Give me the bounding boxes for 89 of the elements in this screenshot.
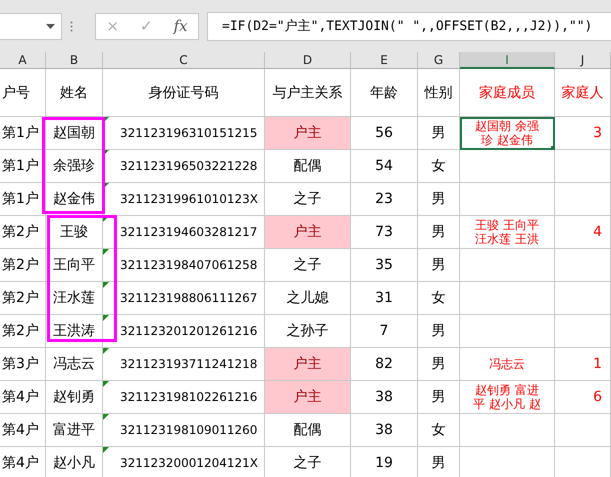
header-cell: 姓名 [46,69,103,117]
table-cell: 32112320001204121X [103,447,265,477]
table-cell: 35 [351,249,418,282]
table-cell: 赵钊勇 [46,381,103,414]
table-cell [555,150,611,183]
table-cell: 汪水莲 [46,282,103,315]
formula-field[interactable]: =IF(D2="户主",TEXTJOIN(" ",,OFFSET(B2,,,J2)),"") [207,12,611,40]
table-cell: 82 [351,348,418,381]
column-header[interactable]: G [418,52,460,69]
table-cell [555,414,611,447]
table-cell: 321123198407061258 [103,249,265,282]
table-cell: 321123193711241218 [103,348,265,381]
table-cell: 第4户 [0,447,46,477]
table-cell: 之孙子 [265,315,351,348]
table-cell: 第1户 [0,183,46,216]
table-cell: 第2户 [0,249,46,282]
table-cell: 第1户 [0,150,46,183]
table-cell: 54 [351,150,418,183]
name-box[interactable] [0,12,62,40]
table-cell: 男 [418,117,460,150]
table-cell: 56 [351,117,418,150]
header-cell: 家庭成员 [460,69,555,117]
table-cell: 第2户 [0,216,46,249]
header-cell: 户号 [0,69,46,117]
grip-icon [70,20,73,32]
column-header[interactable]: C [103,52,265,69]
dropdown-caret-icon [46,24,55,28]
column-header[interactable]: D [265,52,351,69]
header-cell: 性别 [418,69,460,117]
table-cell: 321123194603281217 [103,216,265,249]
table-cell: 男 [418,348,460,381]
column-header[interactable]: A [0,52,46,69]
column-header[interactable]: I [460,52,555,69]
table-cell: 冯志云 [46,348,103,381]
table-cell: 6 [555,381,611,414]
table-cell: 321123201201261216 [103,315,265,348]
table-cell: 女 [418,282,460,315]
table-cell [555,183,611,216]
table-cell: 38 [351,414,418,447]
table-cell: 户主 [265,117,351,150]
table-cell: 31 [351,282,418,315]
table-cell: 第2户 [0,315,46,348]
table-cell: 第4户 [0,414,46,447]
table-cell: 321123196310151215 [103,117,265,150]
table-cell: 王向平 [46,249,103,282]
table-cell: 第3户 [0,348,46,381]
table-cell: 4 [555,216,611,249]
header-cell: 身份证号码 [103,69,265,117]
table-cell: 第1户 [0,117,46,150]
header-cell: 家庭人 [555,69,611,117]
table-cell: 配偶 [265,414,351,447]
table-cell: 第4户 [0,381,46,414]
table-cell: 户主 [265,381,351,414]
table-cell: 321123196503221228 [103,150,265,183]
table-cell: 38 [351,381,418,414]
table-cell: 富进平 [46,414,103,447]
table-cell: 赵国朝 余强珍 赵金伟 [460,117,555,150]
table-cell: 男 [418,249,460,282]
header-cell: 与户主关系 [265,69,351,117]
table-cell: 321123198109011260 [103,414,265,447]
table-cell: 户主 [265,348,351,381]
table-cell [555,315,611,348]
table-cell [555,249,611,282]
table-cell: 第2户 [0,282,46,315]
table-cell: 73 [351,216,418,249]
table-cell: 7 [351,315,418,348]
table-cell [555,282,611,315]
table-cell: 女 [418,414,460,447]
table-cell: 之儿媳 [265,282,351,315]
insert-function-button[interactable]: fx [174,17,188,35]
table-cell: 女 [418,150,460,183]
column-header[interactable]: J [555,52,611,69]
table-cell: 3 [555,117,611,150]
table-cell: 23 [351,183,418,216]
table-cell: 之子 [265,183,351,216]
table-cell: 男 [418,183,460,216]
column-header[interactable]: B [46,52,103,69]
table-cell: 户主 [265,216,351,249]
header-cell: 年龄 [351,69,418,117]
table-cell: 男 [418,381,460,414]
table-cell: 之子 [265,249,351,282]
table-cell: 男 [418,216,460,249]
table-cell: 321123198806111267 [103,282,265,315]
table-cell: 配偶 [265,150,351,183]
table-cell: 男 [418,315,460,348]
table-cell: 32112319961010123X [103,183,265,216]
table-cell: 321123198102261216 [103,381,265,414]
column-header[interactable]: E [351,52,418,69]
table-cell: 1 [555,348,611,381]
